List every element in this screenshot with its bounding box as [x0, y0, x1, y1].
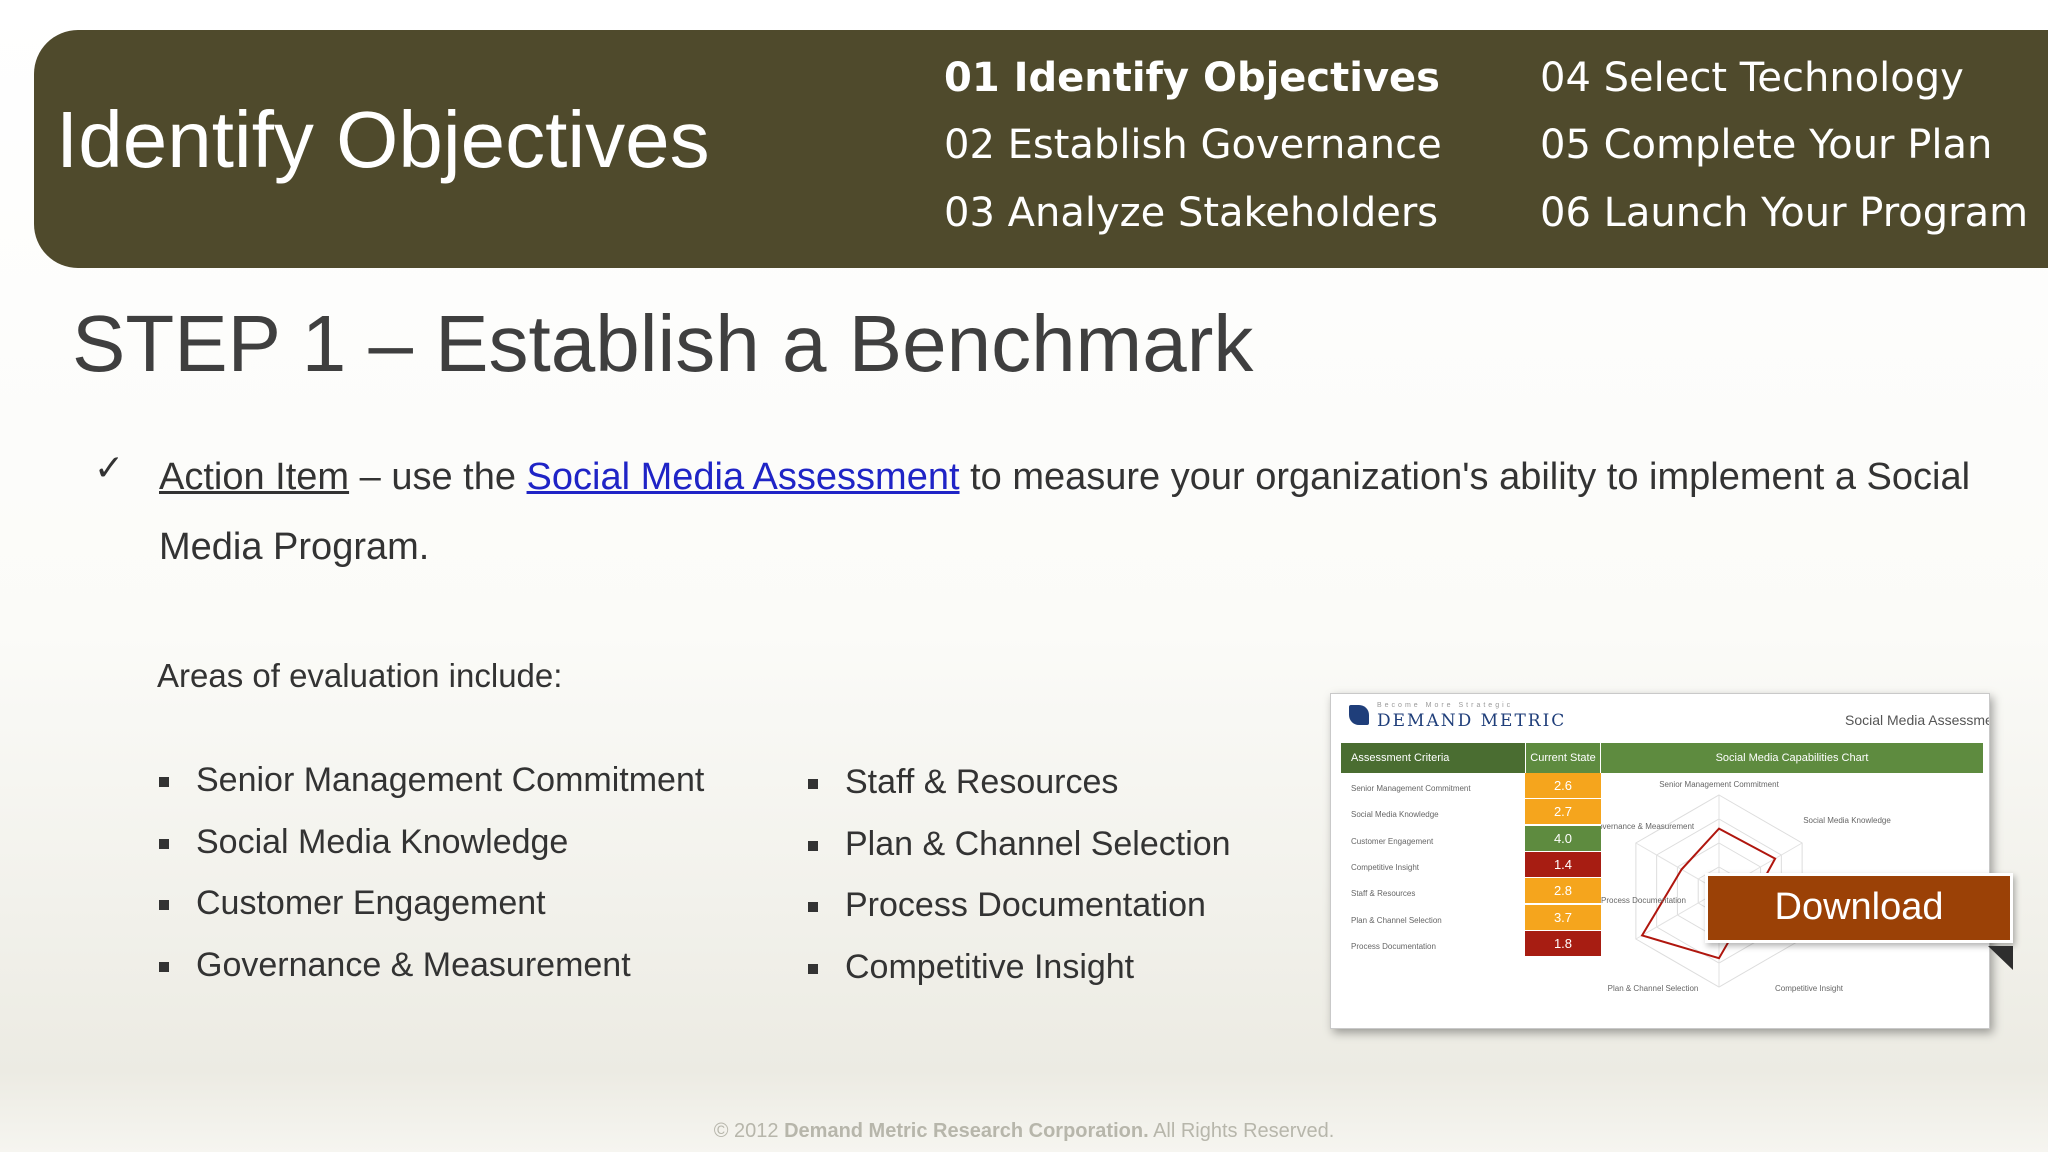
- nav-step-05[interactable]: 05 Complete Your Plan: [1540, 121, 1992, 169]
- header-banner: Identify Objectives 01 Identify Objectiv…: [34, 30, 2048, 268]
- areas-list-right: Staff & Resources Plan & Channel Selecti…: [808, 762, 1231, 1009]
- area-item: Staff & Resources: [808, 762, 1231, 824]
- radar-axis-label: Plan & Channel Selection: [1608, 984, 1699, 993]
- preview-row-value: 2.8: [1525, 878, 1601, 904]
- areas-intro: Areas of evaluation include:: [157, 657, 563, 694]
- header-title: Identify Objectives: [56, 95, 710, 184]
- download-button-shadow: [1988, 946, 2013, 970]
- area-item: Process Documentation: [808, 885, 1231, 947]
- nav-step-02[interactable]: 02 Establish Governance: [944, 121, 1442, 169]
- bullet-icon: [808, 779, 818, 789]
- area-item: Governance & Measurement: [159, 945, 704, 1007]
- preview-row-value: 2.6: [1525, 773, 1601, 798]
- nav-step-03[interactable]: 03 Analyze Stakeholders: [944, 189, 1438, 237]
- action-item-link[interactable]: Action Item: [159, 456, 349, 498]
- nav-step-01[interactable]: 01 Identify Objectives: [944, 54, 1440, 102]
- preview-row-value: 1.4: [1525, 851, 1601, 877]
- bullet-icon: [159, 777, 169, 787]
- preview-doc-title: Social Media Assessment: [1845, 712, 1990, 728]
- areas-list-left: Senior Management Commitment Social Medi…: [159, 760, 704, 1007]
- area-item: Competitive Insight: [808, 947, 1231, 1009]
- download-button[interactable]: Download: [1705, 873, 2013, 943]
- preview-row-label: Staff & Resources: [1351, 889, 1416, 899]
- demand-metric-logo-icon: [1349, 705, 1369, 725]
- preview-row-label: Competitive Insight: [1351, 862, 1420, 872]
- preview-row-value: 1.8: [1525, 930, 1601, 956]
- preview-row-label: Customer Engagement: [1351, 836, 1434, 846]
- preview-row-label: Social Media Knowledge: [1351, 810, 1439, 820]
- bullet-icon: [808, 963, 818, 974]
- area-item: Customer Engagement: [159, 883, 704, 945]
- header-chart: Social Media Capabilities Chart: [1715, 752, 1869, 764]
- nav-step-04[interactable]: 04 Select Technology: [1540, 54, 1964, 102]
- logo-tagline: Become More Strategic: [1377, 702, 1514, 709]
- logo-brand: DEMAND METRIC: [1377, 711, 1567, 731]
- radar-axis-label: Process Documentation: [1601, 896, 1686, 905]
- preview-row-label: Process Documentation: [1351, 941, 1436, 951]
- social-media-assessment-link[interactable]: Social Media Assessment: [527, 456, 960, 498]
- step-title: STEP 1 – Establish a Benchmark: [72, 299, 1254, 388]
- radar-axis-label: Social Media Knowledge: [1803, 816, 1891, 825]
- action-item-paragraph: Action Item – use the Social Media Asses…: [159, 442, 1999, 582]
- footer-copyright: © 2012 Demand Metric Research Corporatio…: [713, 1120, 1335, 1142]
- bullet-icon: [159, 961, 169, 972]
- area-item: Social Media Knowledge: [159, 822, 704, 884]
- radar-axis-label: Competitive Insight: [1775, 984, 1844, 993]
- preview-row: Process Documentation 1.8: [1341, 930, 1601, 965]
- bullet-icon: [159, 900, 169, 910]
- assessment-preview-image[interactable]: Become More Strategic DEMAND METRIC Soci…: [1330, 693, 1990, 1029]
- preview-row-label: Plan & Channel Selection: [1351, 915, 1442, 925]
- preview-row-value: 4.0: [1525, 825, 1601, 851]
- bullet-icon: [808, 840, 818, 851]
- preview-row-value: 2.7: [1525, 799, 1601, 825]
- header-criteria: Assessment Criteria: [1341, 743, 1525, 773]
- preview-table-header: Assessment Criteria Current State Social…: [1341, 743, 1983, 773]
- checkmark-icon: ✓: [94, 448, 125, 489]
- action-text-before: – use the: [349, 456, 527, 498]
- header-current-state: Current State: [1525, 743, 1601, 773]
- preview-row-value: 3.7: [1525, 904, 1601, 930]
- radar-axis-label: Senior Management Commitment: [1659, 780, 1779, 789]
- radar-axis-label: Governance & Measurement: [1601, 822, 1695, 831]
- preview-row-label: Senior Management Commitment: [1351, 784, 1471, 793]
- bullet-icon: [159, 838, 169, 849]
- bullet-icon: [808, 902, 818, 912]
- area-item: Senior Management Commitment: [159, 760, 704, 822]
- nav-step-06[interactable]: 06 Launch Your Program: [1540, 189, 2028, 237]
- area-item: Plan & Channel Selection: [808, 824, 1231, 886]
